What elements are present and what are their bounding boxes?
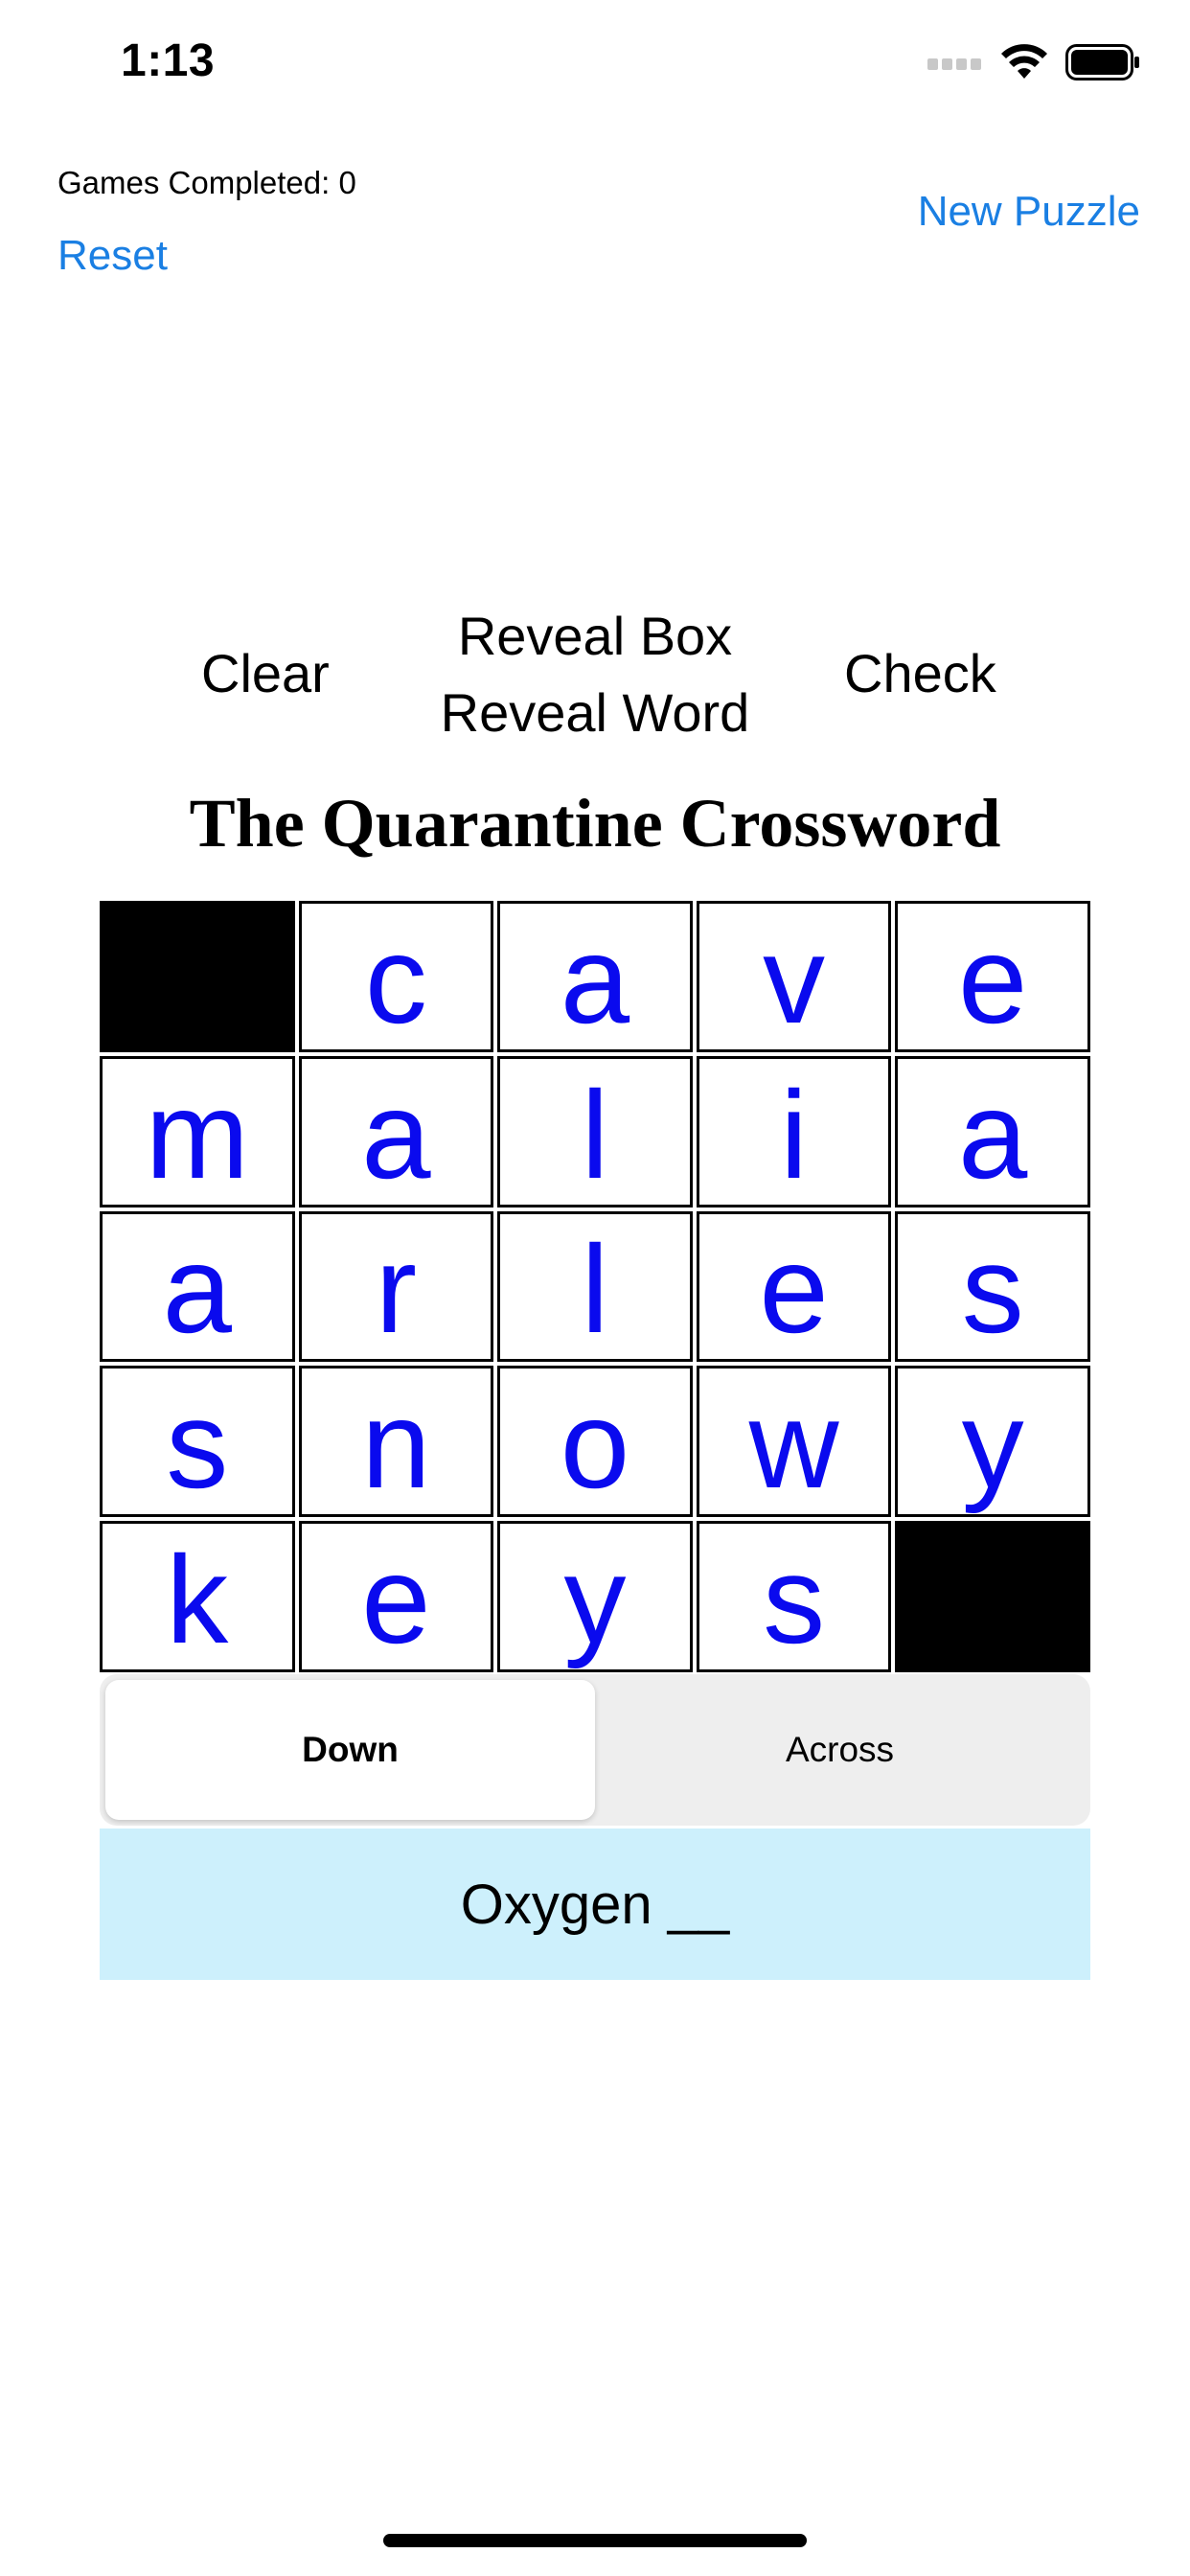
reveal-box-button[interactable]: Reveal Box xyxy=(403,598,787,675)
direction-segmented-control: Down Across xyxy=(100,1674,1090,1826)
crossword-cell[interactable]: y xyxy=(895,1366,1090,1518)
battery-icon xyxy=(1065,44,1140,85)
crossword-cell[interactable]: a xyxy=(497,901,693,1052)
down-tab[interactable]: Down xyxy=(105,1680,595,1820)
home-indicator xyxy=(383,2534,807,2547)
new-puzzle-button[interactable]: New Puzzle xyxy=(918,188,1140,236)
reset-button[interactable]: Reset xyxy=(57,232,168,280)
across-tab[interactable]: Across xyxy=(595,1680,1085,1820)
crossword-cell[interactable]: w xyxy=(696,1366,892,1518)
wifi-icon xyxy=(1000,44,1048,85)
cellular-signal-icon xyxy=(927,55,983,75)
status-icons xyxy=(927,44,1140,85)
check-button[interactable]: Check xyxy=(844,642,996,704)
crossword-cell[interactable]: i xyxy=(696,1055,892,1208)
crossword-cell[interactable]: s xyxy=(895,1210,1090,1363)
crossword-cell[interactable]: e xyxy=(696,1210,892,1363)
clue-text: Oxygen __ xyxy=(460,1873,730,1936)
crossword-cell[interactable]: o xyxy=(497,1366,693,1518)
crossword-cell[interactable]: m xyxy=(100,1055,295,1208)
crossword-cell[interactable]: e xyxy=(895,901,1090,1052)
reveal-word-button[interactable]: Reveal Word xyxy=(403,675,787,751)
crossword-cell[interactable]: n xyxy=(298,1366,494,1518)
crossword-cell[interactable]: e xyxy=(298,1521,494,1672)
crossword-cell[interactable]: a xyxy=(895,1055,1090,1208)
status-time: 1:13 xyxy=(121,35,216,86)
crossword-grid: cavemaliaarlessnowykeys xyxy=(100,901,1090,1672)
crossword-block-cell xyxy=(895,1521,1090,1672)
crossword-cell[interactable]: v xyxy=(696,901,892,1052)
crossword-cell[interactable]: y xyxy=(497,1521,693,1672)
crossword-cell[interactable]: k xyxy=(100,1521,295,1672)
crossword-block-cell xyxy=(100,901,295,1052)
crossword-cell[interactable]: r xyxy=(298,1210,494,1363)
crossword-cell[interactable]: a xyxy=(100,1210,295,1363)
puzzle-title: The Quarantine Crossword xyxy=(189,785,1001,862)
games-completed-counter: Games Completed: 0 xyxy=(57,165,356,200)
crossword-cell[interactable]: c xyxy=(298,901,494,1052)
clue-box: Oxygen __ xyxy=(100,1828,1090,1980)
clear-button[interactable]: Clear xyxy=(201,642,330,704)
crossword-cell[interactable]: l xyxy=(497,1210,693,1363)
crossword-cell[interactable]: s xyxy=(696,1521,892,1672)
crossword-cell[interactable]: a xyxy=(298,1055,494,1208)
crossword-cell[interactable]: s xyxy=(100,1366,295,1518)
reveal-button-group: Reveal Box Reveal Word xyxy=(403,598,787,751)
crossword-cell[interactable]: l xyxy=(497,1055,693,1208)
